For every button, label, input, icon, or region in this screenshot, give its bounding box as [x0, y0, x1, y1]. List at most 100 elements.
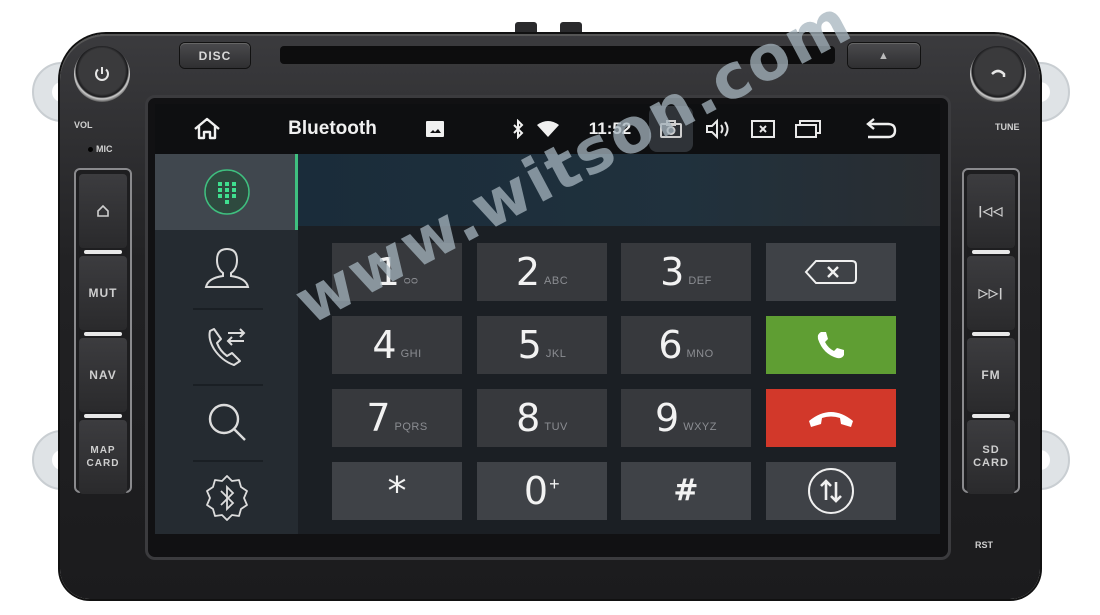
key-0[interactable]: 0 +: [477, 462, 607, 520]
key-digit: 2: [515, 250, 541, 294]
image-notification[interactable]: [420, 104, 450, 154]
volume-icon: [706, 118, 729, 140]
key-digit: 8: [516, 396, 541, 440]
recent-apps-button[interactable]: [793, 104, 823, 154]
left-button-column: MUT NAV MAP CARD: [74, 168, 132, 494]
hw-next-button[interactable]: ▷▷|: [967, 256, 1015, 330]
power-volume-knob[interactable]: [74, 46, 130, 102]
key-digit: 1: [375, 250, 400, 294]
volume-button[interactable]: [703, 104, 733, 154]
swap-arrows-icon: [808, 468, 854, 514]
right-button-column: |◁◁ ▷▷| FM SD CARD: [962, 168, 1020, 494]
separator: [972, 250, 1010, 254]
key-6[interactable]: 6 MNO: [621, 316, 751, 374]
bluetooth-settings-icon: [205, 475, 248, 521]
image-icon: [426, 121, 444, 137]
screenshot-button[interactable]: [649, 106, 693, 152]
hw-sd-card-button[interactable]: SD CARD: [967, 420, 1015, 494]
keypad: 1 ᴑᴑ 2 ABC 3 DEF 4 GHI 5 JKL 6 MNO 7 PQRS 8 TUV …: [298, 226, 940, 534]
sidebar-item-contacts[interactable]: [155, 230, 298, 306]
backspace-icon: [804, 260, 857, 284]
key-letters: MNO: [686, 348, 714, 360]
key-digit: 0: [523, 469, 549, 513]
wifi-icon: [537, 121, 559, 137]
key-7[interactable]: 7 PQRS: [332, 389, 462, 447]
bluetooth-status: [507, 104, 529, 154]
clock: 11:52: [588, 119, 632, 138]
hw-mute-button[interactable]: MUT: [79, 256, 127, 330]
close-window-icon: [751, 120, 775, 138]
phone-icon: [817, 332, 844, 359]
separator: [972, 414, 1010, 418]
hw-home-button[interactable]: [79, 174, 127, 248]
recent-apps-icon: [795, 120, 821, 138]
sidebar-item-search[interactable]: [155, 384, 298, 460]
key-digit: 6: [658, 323, 683, 367]
search-icon: [208, 403, 246, 441]
key-digit: 7: [366, 396, 391, 440]
key-letters: DEF: [688, 275, 712, 287]
number-display[interactable]: [298, 154, 940, 226]
back-icon: [866, 118, 897, 139]
end-call-button[interactable]: [766, 389, 896, 447]
key-3[interactable]: 3 DEF: [621, 243, 751, 301]
home-icon: [97, 204, 109, 217]
sidebar: [155, 154, 298, 534]
key-star[interactable]: *: [332, 462, 462, 520]
close-app-button[interactable]: [749, 104, 777, 154]
call-button[interactable]: [766, 316, 896, 374]
rst-label: RST: [975, 540, 993, 550]
power-icon: [95, 67, 109, 81]
home-icon: [194, 117, 220, 140]
back-button[interactable]: [861, 104, 901, 154]
key-8[interactable]: 8 TUV: [477, 389, 607, 447]
vol-label: VOL: [74, 120, 93, 130]
key-letters: +: [549, 473, 561, 494]
separator: [84, 414, 122, 418]
key-letters: JKL: [545, 348, 567, 360]
sidebar-item-bt-settings[interactable]: [155, 460, 298, 534]
separator: [84, 332, 122, 336]
tune-knob[interactable]: [970, 46, 1026, 102]
hw-map-card-button[interactable]: MAP CARD: [79, 420, 127, 494]
disc-slot: [280, 46, 835, 64]
key-1[interactable]: 1 ᴑᴑ: [332, 243, 462, 301]
wifi-status: [535, 104, 561, 154]
app-title: Bluetooth: [288, 118, 377, 139]
key-4[interactable]: 4 GHI: [332, 316, 462, 374]
key-digit: 4: [372, 323, 397, 367]
transfer-audio-button[interactable]: [766, 462, 896, 520]
car-head-unit: DISC ▲ VOL MIC TUNE RST MUT NAV MAP CARD…: [0, 0, 1100, 615]
eject-button[interactable]: ▲: [848, 43, 920, 68]
backspace-button[interactable]: [766, 243, 896, 301]
key-9[interactable]: 9 WXYZ: [621, 389, 751, 447]
dialpad-icon: [203, 169, 250, 215]
mic-hole: [88, 147, 93, 152]
hang-up-icon: [809, 412, 853, 427]
hw-previous-button[interactable]: |◁◁: [967, 174, 1015, 248]
call-log-icon: [208, 328, 245, 366]
key-digit: 3: [660, 250, 685, 294]
key-letters: WXYZ: [683, 421, 717, 433]
phone-hook-icon: [991, 69, 1006, 77]
hw-fm-button[interactable]: FM: [967, 338, 1015, 412]
key-5[interactable]: 5 JKL: [477, 316, 607, 374]
key-letters: GHI: [400, 348, 422, 360]
key-letters: PQRS: [394, 421, 428, 433]
sidebar-item-dialpad[interactable]: [155, 154, 298, 230]
key-hash[interactable]: #: [621, 462, 751, 520]
disc-button[interactable]: DISC: [180, 43, 250, 68]
key-digit: *: [387, 469, 407, 513]
home-button[interactable]: [187, 104, 227, 154]
contact-icon: [204, 247, 249, 288]
key-2[interactable]: 2 ABC: [477, 243, 607, 301]
key-letters: ABC: [544, 275, 569, 287]
key-letters: TUV: [544, 421, 568, 433]
separator: [84, 250, 122, 254]
status-bar: Bluetooth 11:52: [155, 104, 940, 154]
key-digit: #: [673, 473, 699, 508]
hw-nav-button[interactable]: NAV: [79, 338, 127, 412]
tune-label: TUNE: [995, 122, 1020, 132]
sidebar-item-call-log[interactable]: [155, 308, 298, 384]
mic-label: MIC: [88, 144, 113, 154]
